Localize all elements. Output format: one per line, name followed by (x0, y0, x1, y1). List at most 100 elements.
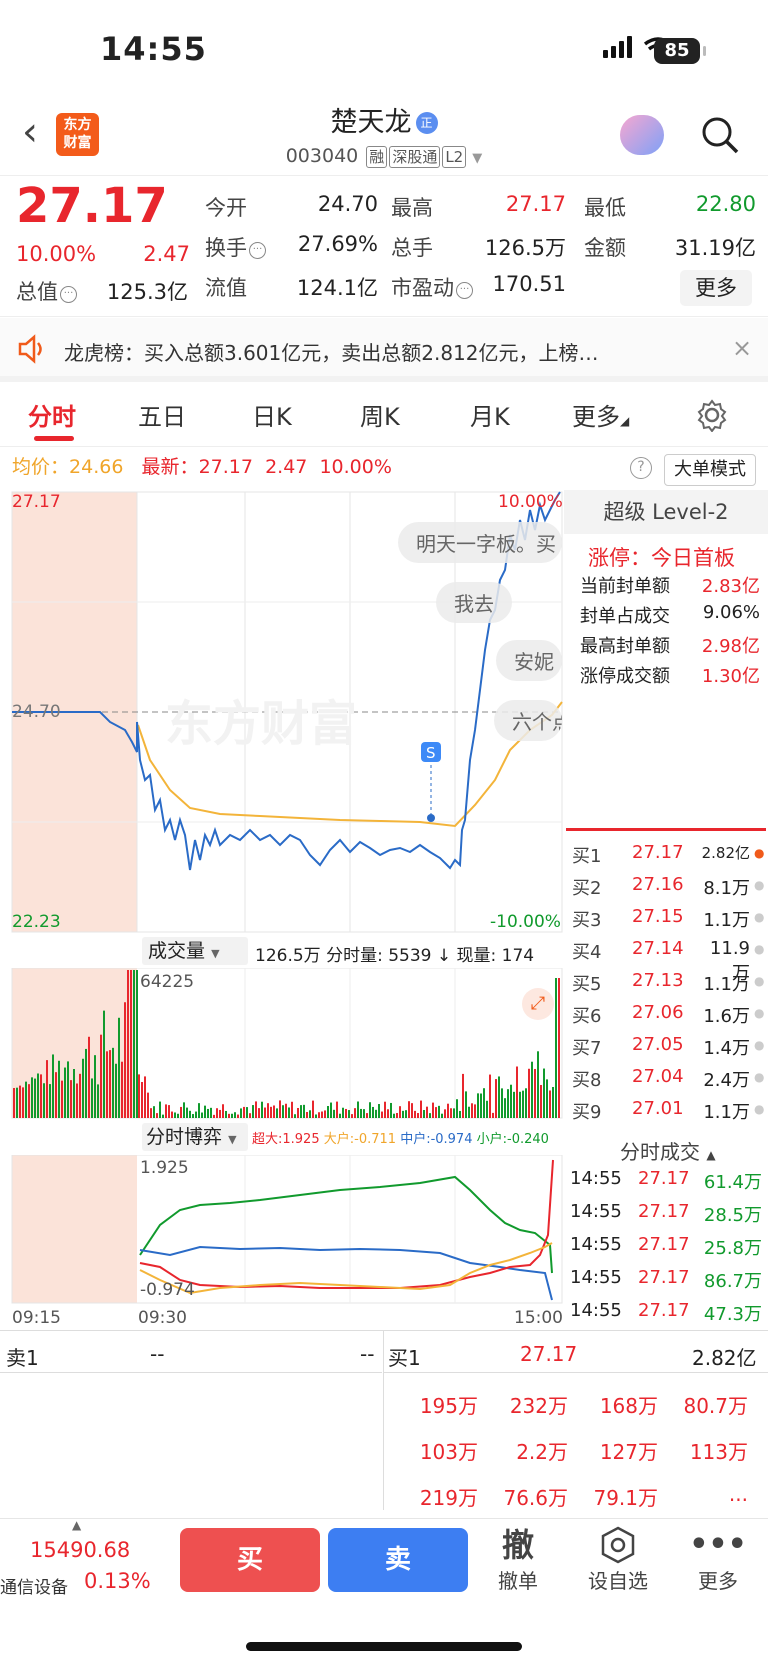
tab-more[interactable]: 更多◢ (572, 397, 629, 432)
volume-bar (216, 1108, 218, 1118)
big-order-mode-button[interactable]: 大单模式 (664, 454, 756, 486)
tab-intraday[interactable]: 分时 (28, 397, 76, 432)
queue-volume: 2.2万 (516, 1440, 568, 1464)
quote-value: 126.5万 (484, 236, 566, 260)
buy-button[interactable]: 买 (180, 1528, 320, 1592)
tab-daily[interactable]: 日K (252, 397, 292, 432)
volume-bar (414, 1110, 416, 1118)
sell1-vol: -- (360, 1342, 375, 1366)
volume-bar (300, 1105, 302, 1118)
volume-bar (480, 1093, 482, 1118)
bid-row[interactable]: 买1 27.17 2.82亿 ● (570, 842, 764, 874)
volume-bar (136, 970, 138, 1118)
volume-bar (411, 1103, 413, 1118)
volume-bar (13, 1088, 15, 1118)
volume-bar (351, 1114, 353, 1118)
volume-bar (94, 1055, 96, 1118)
bid-row[interactable]: 买2 27.16 8.1万 ● (570, 874, 764, 906)
queue-volume: 76.6万 (503, 1486, 568, 1510)
queue-volume: 103万 (419, 1440, 478, 1464)
volume-bar (73, 1069, 75, 1118)
bid-row[interactable]: 买7 27.05 1.4万 ● (570, 1034, 764, 1066)
search-icon[interactable] (700, 115, 740, 155)
comment-bubble[interactable]: 六个点 (494, 700, 562, 741)
level2-label: 最高封单额 (580, 636, 670, 657)
volume-bar (282, 1105, 284, 1118)
tab-weekly[interactable]: 周K (360, 397, 400, 432)
volume-bar (294, 1114, 296, 1118)
volume-bar (339, 1113, 341, 1118)
svg-text:S: S (426, 744, 436, 762)
volume-bar (504, 1098, 506, 1118)
help-icon[interactable]: ? (630, 457, 652, 479)
volume-bar (204, 1105, 206, 1118)
volume-bar (417, 1113, 419, 1118)
volume-bar (210, 1107, 212, 1118)
volume-bar (246, 1107, 248, 1118)
volume-bar (31, 1077, 33, 1118)
buy1-price: 27.17 (520, 1342, 578, 1366)
index-name: 通信设备 (0, 1578, 68, 1598)
expand-icon[interactable]: ⤢ (522, 988, 554, 1020)
volume-bar (408, 1101, 410, 1118)
volume-bar (474, 1104, 476, 1118)
volume-bar (121, 1061, 123, 1118)
cancel-order-button[interactable]: 撤撤单 (478, 1525, 558, 1594)
chart-info-row: 均价：24.66 最新：27.17 2.47 10.00% (12, 456, 392, 478)
close-icon[interactable]: × (732, 334, 752, 362)
volume-bar (468, 1106, 470, 1118)
bid-row[interactable]: 买4 27.14 11.9万 ● (570, 938, 764, 984)
bid-row[interactable]: 买8 27.04 2.4万 ● (570, 1066, 764, 1098)
volume-bar (525, 1088, 527, 1118)
volume-bar (519, 1091, 521, 1118)
bid-row[interactable]: 买5 27.13 1.1万 ● (570, 970, 764, 1002)
volume-bar (390, 1102, 392, 1118)
volume-bar (372, 1106, 374, 1118)
tab-indicator (34, 436, 74, 441)
volume-bar (435, 1107, 437, 1118)
volume-bar (76, 1083, 78, 1118)
index-value[interactable]: 15490.68 (30, 1538, 130, 1562)
price-change: 2.47 (143, 242, 190, 266)
sell-button[interactable]: 卖 (328, 1528, 468, 1592)
volume-bar (303, 1104, 305, 1118)
volume-bar (285, 1103, 287, 1118)
tab-5day[interactable]: 五日 (138, 397, 186, 432)
volume-bar (273, 1105, 275, 1118)
comment-bubble[interactable]: 安妮 (496, 640, 562, 681)
bid-row[interactable]: 买6 27.06 1.6万 ● (570, 1002, 764, 1034)
add-watchlist-button[interactable]: 设自选 (578, 1525, 658, 1594)
comment-bubble[interactable]: 明天一字板。买 (398, 522, 562, 563)
game-selector[interactable]: 分时博弈 ▼ (142, 1123, 248, 1151)
volume-chart (11, 968, 563, 1119)
total-value: 125.3亿 (106, 280, 188, 304)
chart-prev-close-label: 24.70 (12, 702, 61, 722)
more-dots-icon: ••• (689, 1527, 747, 1562)
x-axis-label: 15:00 (514, 1308, 563, 1328)
sell1-label: 卖1 (6, 1346, 39, 1370)
volume-bar (144, 1076, 146, 1118)
level2-label: 封单占成交 (580, 606, 670, 627)
battery-icon: 85 (654, 38, 706, 64)
assistant-robot-icon[interactable] (620, 115, 664, 155)
more-button[interactable]: ••• 更多 (678, 1525, 758, 1594)
level2-title[interactable]: 超级 Level-2 (564, 490, 768, 534)
more-quote-button[interactable]: 更多 (680, 270, 752, 306)
quote-label: 流值 (205, 276, 247, 300)
divider (566, 828, 766, 831)
volume-bar (357, 1101, 359, 1118)
volume-selector[interactable]: 成交量 ▼ (142, 937, 248, 965)
trades-title[interactable]: 分时成交 ▲ (620, 1136, 716, 1165)
quote-label: 总手 (391, 236, 433, 260)
quote-value: 124.1亿 (296, 276, 378, 300)
bid-row[interactable]: 买9 27.01 1.1万 ● (570, 1098, 764, 1130)
gear-icon[interactable] (695, 398, 729, 436)
tab-monthly[interactable]: 月K (470, 397, 510, 432)
volume-bar (378, 1104, 380, 1118)
comment-bubble[interactable]: 我去 (436, 582, 512, 623)
volume-bar (16, 1087, 18, 1118)
bid-row[interactable]: 买3 27.15 1.1万 ● (570, 906, 764, 938)
volume-bar (234, 1112, 236, 1118)
badge-icon: 正 (415, 112, 438, 134)
volume-bar (118, 1017, 120, 1118)
